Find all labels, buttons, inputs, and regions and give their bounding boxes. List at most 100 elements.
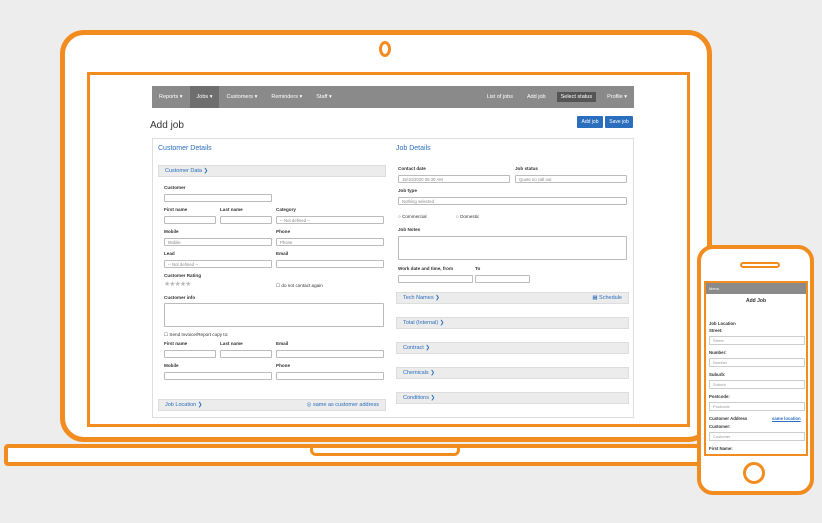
page-title: Add job	[150, 120, 184, 131]
send-invoice-label: Send Invoice/Report copy to:	[169, 332, 229, 337]
phone-menu-bar[interactable]: Menu	[706, 283, 806, 294]
customer-info-textarea[interactable]	[164, 303, 384, 327]
phone-customer-input[interactable]: Customer	[709, 432, 805, 441]
tech-names-label: Tech Names ❯	[403, 295, 440, 301]
category-label: Category	[276, 207, 296, 212]
last-name2-input[interactable]	[220, 350, 272, 358]
speaker-icon	[740, 262, 780, 268]
work-date-to-input[interactable]	[475, 275, 530, 283]
chemicals-header[interactable]: Chemicals ❯	[396, 367, 629, 379]
nav-jobs[interactable]: Jobs ▾	[189, 86, 220, 108]
work-date-label: Work date and time, from	[398, 266, 454, 271]
add-job-button[interactable]: Add job	[577, 116, 603, 128]
nav-add-job[interactable]: Add job	[520, 86, 553, 108]
phone2-label: Phone	[276, 363, 291, 368]
phone-number-input[interactable]: Number	[709, 358, 805, 367]
phone-suburb-label: Suburb:	[709, 372, 726, 377]
first-name2-input[interactable]	[164, 350, 216, 358]
phone-title: Add Job	[746, 298, 766, 304]
last-name-input[interactable]	[220, 216, 272, 224]
job-status-label: Job status	[515, 166, 538, 171]
customer-details-title: Customer Details	[158, 145, 212, 152]
customer-label: Customer	[164, 185, 186, 190]
lead-label: Lead	[164, 251, 175, 256]
job-location-label: Job Location ❯	[165, 402, 203, 408]
phone-screen: Menu Add Job Job Location Street: Street…	[704, 281, 808, 456]
mobile2-input[interactable]	[164, 372, 272, 380]
domestic-radio[interactable]: ○ Domestic	[456, 214, 479, 219]
select-status-button[interactable]: Select status	[556, 92, 597, 102]
app-window: Reports ▾ Jobs ▾ Customers ▾ Reminders ▾…	[94, 80, 684, 418]
phone-same-location-link[interactable]: same location	[772, 416, 801, 421]
email2-input[interactable]	[276, 350, 384, 358]
nav-list-jobs[interactable]: List of jobs	[480, 86, 520, 108]
email-input[interactable]	[276, 260, 384, 268]
phone-customer-address-label: Customer Address	[709, 416, 748, 421]
job-notes-textarea[interactable]	[398, 236, 627, 260]
nav-right: List of jobs Add job Select status Profi…	[480, 86, 634, 108]
work-date-from-input[interactable]	[398, 275, 473, 283]
nav-profile[interactable]: Profile ▾	[600, 86, 634, 108]
first-name2-label: First name	[164, 341, 188, 346]
first-name-input[interactable]	[164, 216, 216, 224]
phone-suburb-input[interactable]: Suburb	[709, 380, 805, 389]
total-internal-header[interactable]: Total (Internal) ❯	[396, 317, 629, 329]
rating-label: Customer Rating	[164, 273, 202, 278]
phone-street-input[interactable]: Street	[709, 336, 805, 345]
job-location-header[interactable]: Job Location ❯ ◎ same as customer address	[158, 399, 386, 411]
lead-select[interactable]: -- Not defined --	[164, 260, 272, 268]
mobile-label: Mobile	[164, 229, 179, 234]
customer-data-header[interactable]: Customer Data ❯	[158, 165, 386, 177]
phone-street-label: Street:	[709, 328, 723, 333]
chemicals-label: Chemicals ❯	[403, 370, 435, 376]
schedule-link[interactable]: ▦ Schedule	[592, 295, 622, 301]
top-nav: Reports ▾ Jobs ▾ Customers ▾ Reminders ▾…	[152, 86, 634, 108]
form-panel: Customer Details Customer Data ❯ Custome…	[152, 138, 634, 418]
phone-input[interactable]: Phone	[276, 238, 384, 246]
nav-reports[interactable]: Reports ▾	[152, 86, 190, 108]
domestic-label: Domestic	[460, 214, 480, 219]
nav-customers[interactable]: Customers ▾	[219, 86, 264, 108]
phone-number-label: Number:	[709, 350, 727, 355]
save-job-button[interactable]: Save job	[605, 116, 633, 128]
phone-first-name-label: First Name:	[709, 446, 733, 451]
to-label: To	[475, 266, 481, 271]
contact-date-input[interactable]: 15/10/2020 06:30 AM	[398, 175, 510, 183]
no-contact-label: do not contact again	[281, 283, 323, 288]
phone-postcode-input[interactable]: Postcode	[709, 402, 805, 411]
send-invoice-checkbox[interactable]: ☐ Send Invoice/Report copy to:	[164, 332, 228, 338]
rating-stars[interactable]: ★★★★★	[164, 280, 191, 288]
customer-input[interactable]	[164, 194, 272, 202]
commercial-label: Commercial	[402, 214, 427, 219]
customer-data-label: Customer Data ❯	[165, 168, 209, 174]
phone-postcode-label: Postcode:	[709, 394, 730, 399]
category-select[interactable]: -- Not defined --	[276, 216, 384, 224]
phone2-input[interactable]	[276, 372, 384, 380]
contract-label: Contract ❯	[403, 345, 430, 351]
contact-date-label: Contact date	[398, 166, 426, 171]
contract-header[interactable]: Contract ❯	[396, 342, 629, 354]
phone-job-location: Job Location	[709, 321, 736, 326]
first-name-label: First name	[164, 207, 188, 212]
mobile-input[interactable]: Mobile	[164, 238, 272, 246]
commercial-radio[interactable]: ○ Commercial	[398, 214, 427, 219]
job-type-select[interactable]: Nothing selected	[398, 197, 627, 205]
job-notes-label: Job Notes	[398, 227, 421, 232]
same-as-customer-link[interactable]: ◎ same as customer address	[307, 402, 379, 408]
job-details-title: Job Details	[396, 145, 431, 152]
no-contact-checkbox[interactable]: ☐ do not contact again	[276, 283, 323, 289]
conditions-label: Conditions ❯	[403, 395, 436, 401]
job-status-select[interactable]: Quote no call out	[515, 175, 627, 183]
laptop-notch	[310, 444, 460, 456]
tech-names-header[interactable]: Tech Names ❯ ▦ Schedule	[396, 292, 629, 304]
stage: Reports ▾ Jobs ▾ Customers ▾ Reminders ▾…	[0, 0, 822, 523]
home-button-icon	[743, 462, 765, 484]
last-name2-label: Last name	[220, 341, 243, 346]
camera-icon	[379, 41, 391, 57]
phone-customer-label: Customer:	[709, 424, 731, 429]
nav-reminders[interactable]: Reminders ▾	[264, 86, 309, 108]
mobile2-label: Mobile	[164, 363, 179, 368]
total-internal-label: Total (Internal) ❯	[403, 320, 445, 326]
nav-staff[interactable]: Staff ▾	[309, 86, 339, 108]
conditions-header[interactable]: Conditions ❯	[396, 392, 629, 404]
